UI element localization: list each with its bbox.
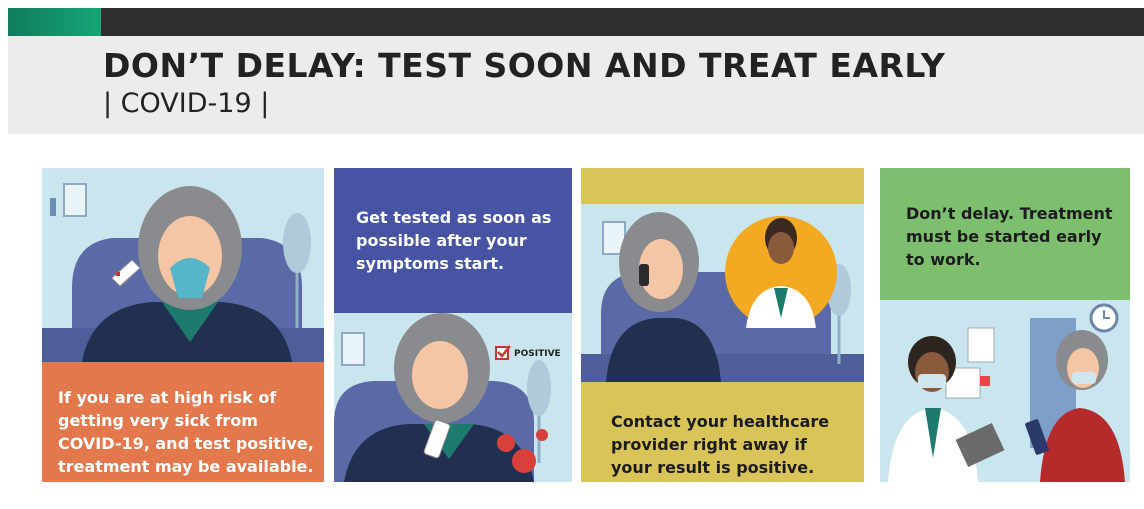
doctor-patient-illustration bbox=[880, 300, 1130, 482]
panel-3-top-band bbox=[581, 168, 864, 204]
page-title: DON’T DELAY: TEST SOON AND TREAT EARLY bbox=[103, 46, 946, 85]
panel-3: Contact your healthcare provider right a… bbox=[581, 168, 864, 482]
panel-2-text: Get tested as soon as possible after you… bbox=[356, 208, 552, 273]
top-bar-accent bbox=[8, 8, 101, 36]
panel-1: If you are at high risk of getting very … bbox=[42, 168, 324, 482]
panel-3-text-box: Contact your healthcare provider right a… bbox=[581, 382, 864, 482]
panel-1-text: If you are at high risk of getting very … bbox=[58, 388, 314, 476]
panel-3-text: Contact your healthcare provider right a… bbox=[611, 412, 830, 477]
panel-4: Don’t delay. Treatment must be started e… bbox=[880, 168, 1130, 482]
panel-4-text-box: Don’t delay. Treatment must be started e… bbox=[880, 168, 1130, 300]
woman-sneezing-illustration bbox=[42, 168, 324, 362]
positive-badge: POSITIVE bbox=[514, 349, 561, 359]
woman-with-test-illustration bbox=[334, 313, 572, 482]
panel-1-text-box: If you are at high risk of getting very … bbox=[42, 362, 324, 482]
panel-2: Get tested as soon as possible after you… bbox=[334, 168, 572, 482]
page-subtitle: | COVID-19 | bbox=[103, 88, 270, 119]
header: DON’T DELAY: TEST SOON AND TREAT EARLY |… bbox=[8, 36, 1144, 134]
top-bar bbox=[8, 8, 1144, 36]
panel-2-text-box: Get tested as soon as possible after you… bbox=[334, 168, 572, 313]
phone-call-illustration bbox=[581, 204, 864, 382]
panel-4-text: Don’t delay. Treatment must be started e… bbox=[906, 204, 1113, 269]
